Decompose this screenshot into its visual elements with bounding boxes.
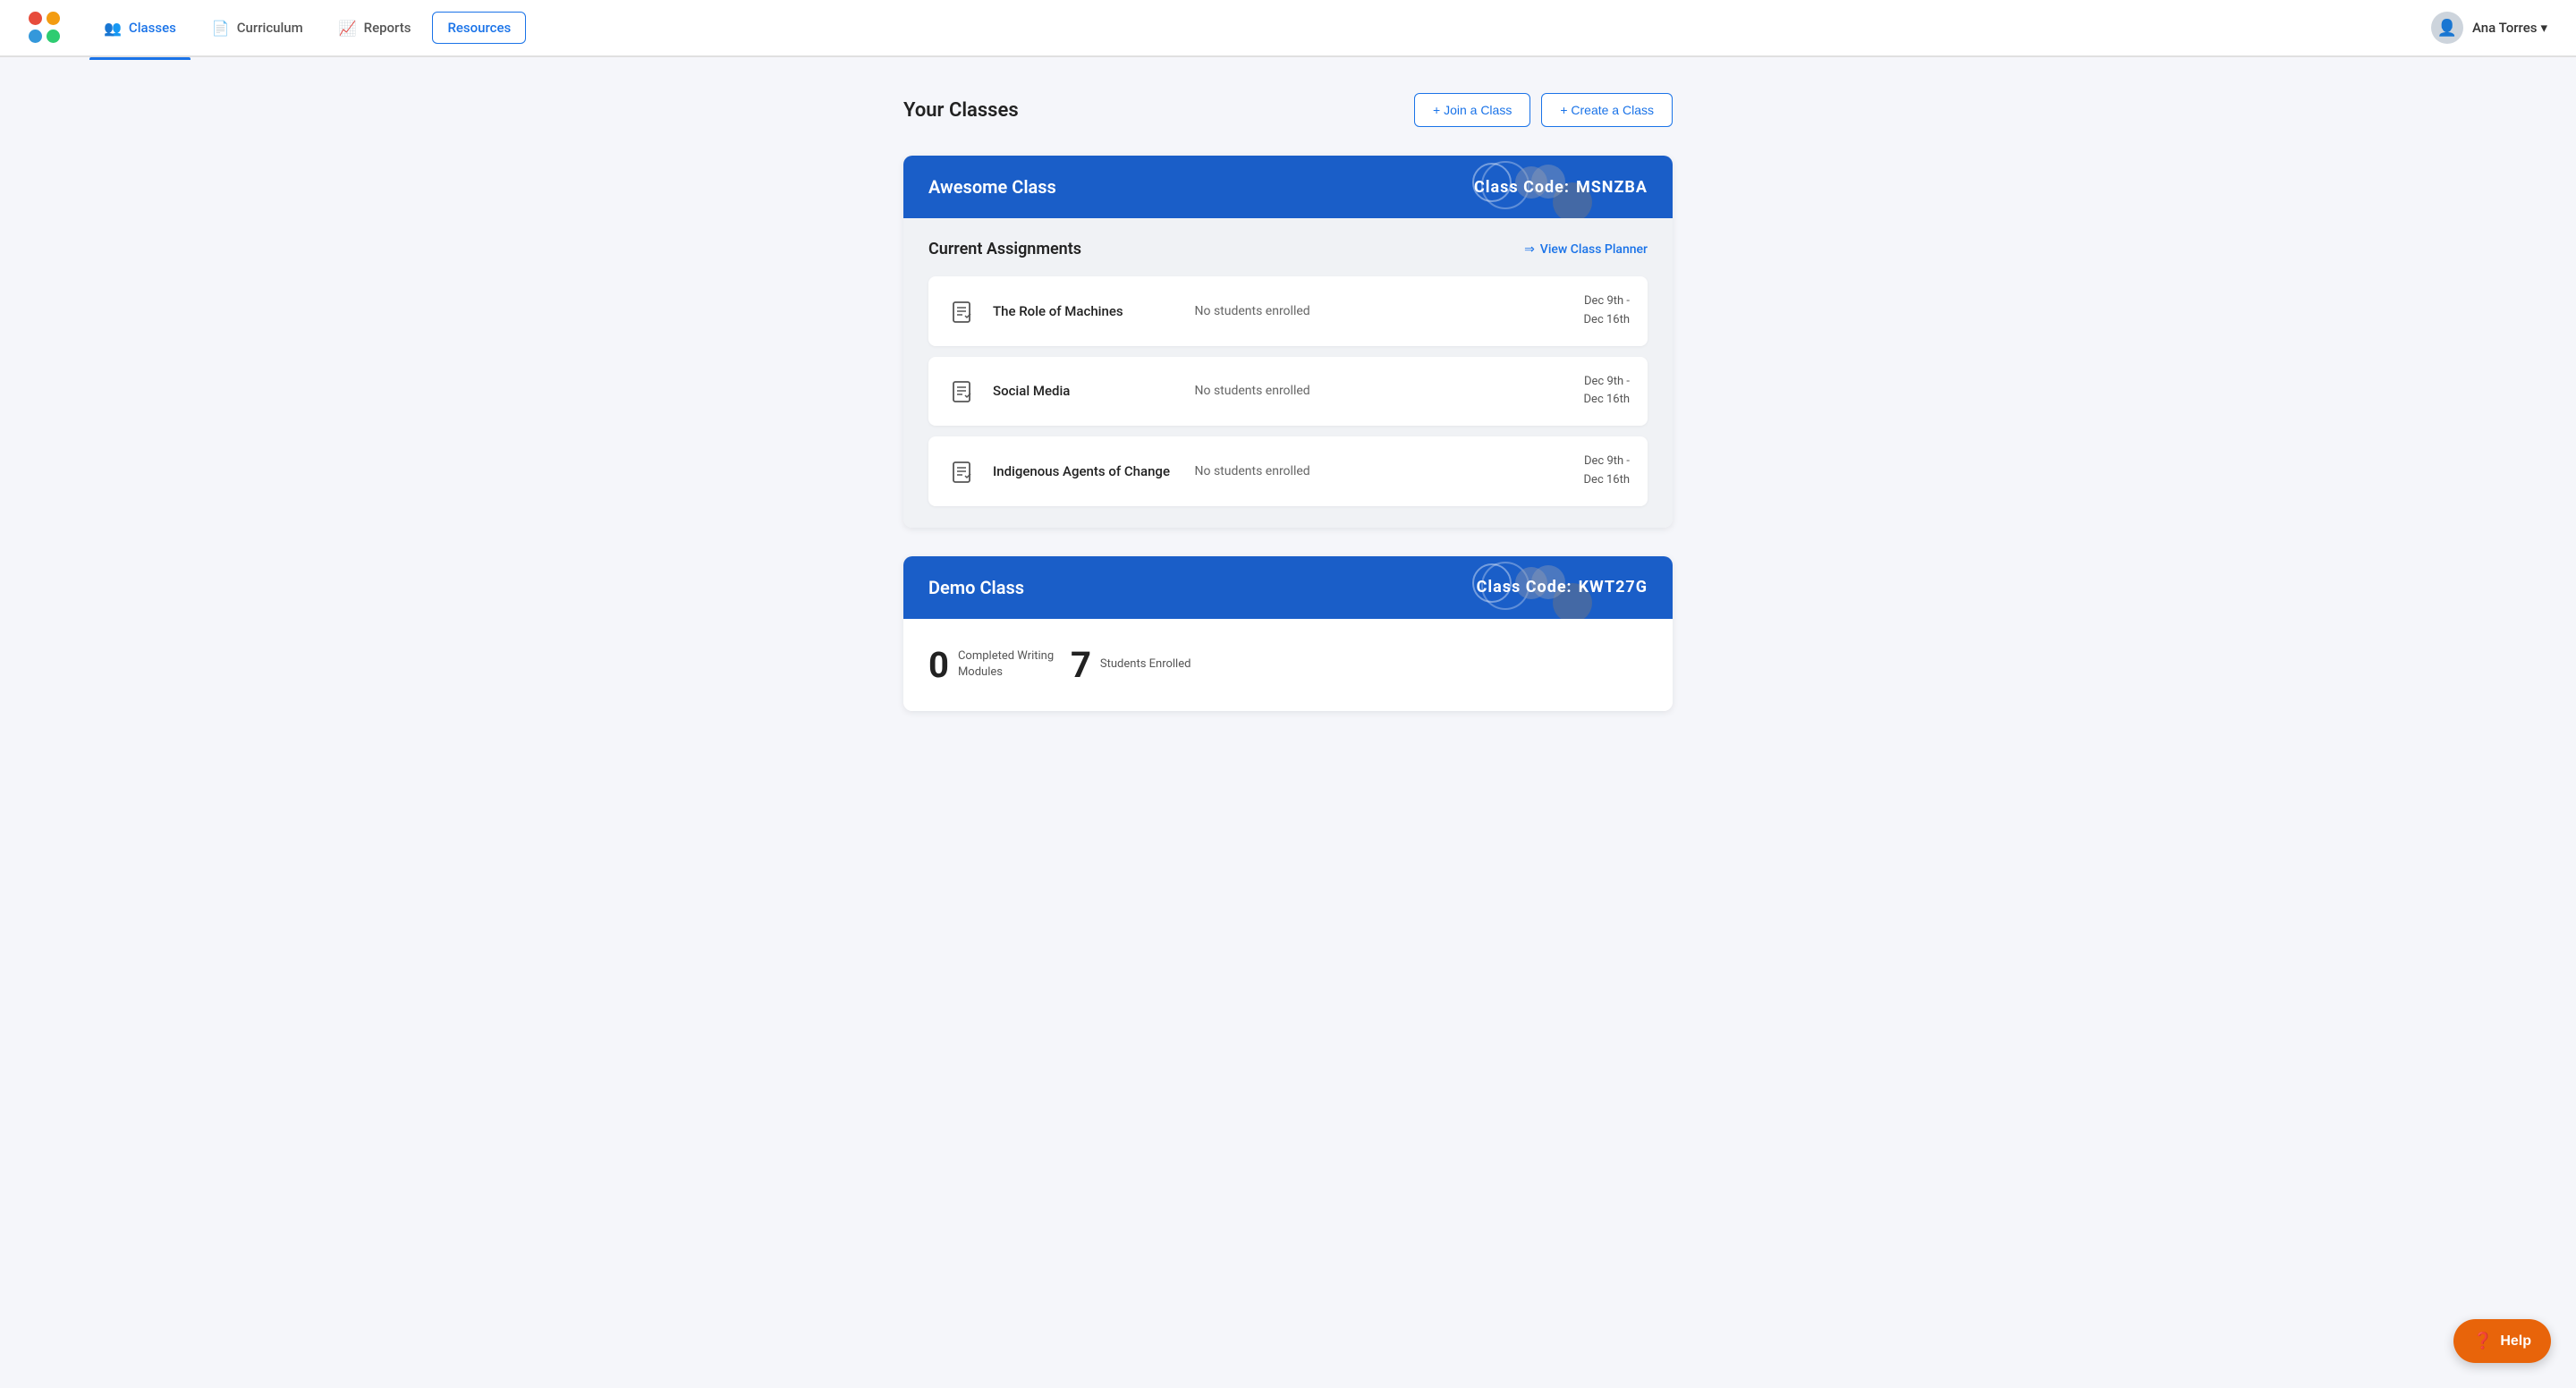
- user-name-label: Ana Torres: [2472, 20, 2538, 36]
- stat-completed-number: 0: [928, 644, 949, 686]
- class-card-body-awesome: Current Assignments ⇒ View Class Planner: [903, 218, 1673, 528]
- logo-dot-red: [29, 12, 42, 25]
- stat-enrolled-number: 7: [1071, 644, 1091, 686]
- nav-item-classes[interactable]: 👥 Classes: [89, 13, 191, 44]
- help-label: Help: [2500, 1333, 2531, 1350]
- assignment-date-start-2: Dec 9th -: [1584, 454, 1630, 468]
- navbar: 👥 Classes 📄 Curriculum 📈 Reports Resourc…: [0, 0, 2576, 57]
- class-card-body-demo: 0 Completed Writing Modules 7 Students E…: [903, 619, 1673, 711]
- avatar: 👤: [2431, 12, 2463, 44]
- nav-reports-label: Reports: [364, 20, 411, 36]
- create-class-button[interactable]: + Create a Class: [1541, 93, 1673, 127]
- assignment-date-end-0: Dec 16th: [1584, 313, 1630, 326]
- nav-item-curriculum[interactable]: 📄 Curriculum: [198, 13, 318, 44]
- assignment-date-end-1: Dec 16th: [1584, 393, 1630, 406]
- page-header: Your Classes + Join a Class + Create a C…: [903, 93, 1673, 127]
- assignment-date-start-1: Dec 9th -: [1584, 375, 1630, 388]
- class-card-header-demo: Demo Class Class Code: KWT27G: [903, 556, 1673, 619]
- assignment-icon-2: [946, 455, 979, 487]
- class-name-awesome: Awesome Class: [928, 176, 1056, 198]
- assignment-name-1: Social Media: [993, 383, 1181, 399]
- assignment-date-start-0: Dec 9th -: [1584, 294, 1630, 308]
- nav-classes-label: Classes: [129, 20, 176, 36]
- class-code-value-awesome: MSNZBA: [1576, 178, 1648, 197]
- class-card-header-awesome: Awesome Class Class Code: MSNZBA: [903, 156, 1673, 218]
- view-planner-link-awesome[interactable]: ⇒ View Class Planner: [1524, 242, 1648, 257]
- assignment-name-0: The Role of Machines: [993, 303, 1181, 319]
- assignment-status-0: No students enrolled: [1195, 304, 1570, 318]
- assignment-dates-2: Dec 9th - Dec 16th: [1584, 453, 1630, 490]
- reports-icon: 📈: [339, 20, 357, 37]
- assignment-status-2: No students enrolled: [1195, 464, 1570, 478]
- main-content: Your Classes + Join a Class + Create a C…: [886, 57, 1690, 811]
- class-code-label-awesome: Class Code:: [1474, 178, 1570, 197]
- class-card-demo: Demo Class Class Code: KWT27G 0 Complete…: [903, 556, 1673, 711]
- logo: [29, 12, 61, 44]
- user-menu[interactable]: Ana Torres ▾: [2472, 20, 2547, 36]
- assignment-item-0[interactable]: The Role of Machines No students enrolle…: [928, 276, 1648, 346]
- logo-dot-blue: [29, 30, 42, 43]
- assignment-date-end-2: Dec 16th: [1584, 473, 1630, 487]
- assignment-name-2: Indigenous Agents of Change: [993, 463, 1181, 479]
- avatar-icon: 👤: [2437, 19, 2457, 38]
- nav-item-reports[interactable]: 📈 Reports: [325, 13, 426, 44]
- header-actions: + Join a Class + Create a Class: [1414, 93, 1673, 127]
- assignment-dates-0: Dec 9th - Dec 16th: [1584, 292, 1630, 330]
- assignment-icon-1: [946, 375, 979, 407]
- stat-enrolled-label: Students Enrolled: [1100, 656, 1191, 673]
- assignment-status-1: No students enrolled: [1195, 384, 1570, 398]
- stat-block-completed: 0 Completed Writing Modules: [928, 644, 1056, 686]
- nav-items: 👥 Classes 📄 Curriculum 📈 Reports Resourc…: [89, 12, 2431, 44]
- stat-completed-label: Completed Writing Modules: [958, 648, 1056, 681]
- view-planner-label-awesome: View Class Planner: [1540, 242, 1648, 257]
- logo-dots: [29, 12, 61, 44]
- class-code-label-demo: Class Code:: [1477, 578, 1572, 597]
- chevron-down-icon: ▾: [2540, 20, 2547, 36]
- nav-right: 👤 Ana Torres ▾: [2431, 12, 2547, 44]
- arrow-icon: ⇒: [1524, 242, 1535, 257]
- help-circle-icon: ❓: [2473, 1332, 2493, 1350]
- class-name-demo: Demo Class: [928, 577, 1024, 598]
- assignment-icon-0: [946, 295, 979, 327]
- class-code-demo: Class Code: KWT27G: [1477, 578, 1648, 597]
- stat-block-enrolled: 7 Students Enrolled: [1071, 644, 1191, 686]
- page-title: Your Classes: [903, 99, 1019, 122]
- nav-curriculum-label: Curriculum: [237, 20, 303, 36]
- nav-item-resources[interactable]: Resources: [432, 12, 526, 44]
- assignment-dates-1: Dec 9th - Dec 16th: [1584, 373, 1630, 410]
- curriculum-icon: 📄: [212, 20, 230, 37]
- class-card-awesome: Awesome Class Class Code: MSNZBA Current…: [903, 156, 1673, 528]
- assignment-item-1[interactable]: Social Media No students enrolled Dec 9t…: [928, 357, 1648, 427]
- assignments-title-awesome: Current Assignments: [928, 240, 1081, 258]
- class-code-value-demo: KWT27G: [1579, 578, 1648, 597]
- class-code-awesome: Class Code: MSNZBA: [1474, 178, 1648, 197]
- join-class-button[interactable]: + Join a Class: [1414, 93, 1530, 127]
- classes-icon: 👥: [104, 20, 122, 37]
- logo-dot-green: [47, 30, 60, 43]
- assignment-item-2[interactable]: Indigenous Agents of Change No students …: [928, 436, 1648, 506]
- help-button[interactable]: ❓ Help: [2453, 1319, 2551, 1363]
- nav-resources-label: Resources: [447, 20, 511, 36]
- assignments-header-awesome: Current Assignments ⇒ View Class Planner: [928, 240, 1648, 258]
- logo-dot-yellow: [47, 12, 60, 25]
